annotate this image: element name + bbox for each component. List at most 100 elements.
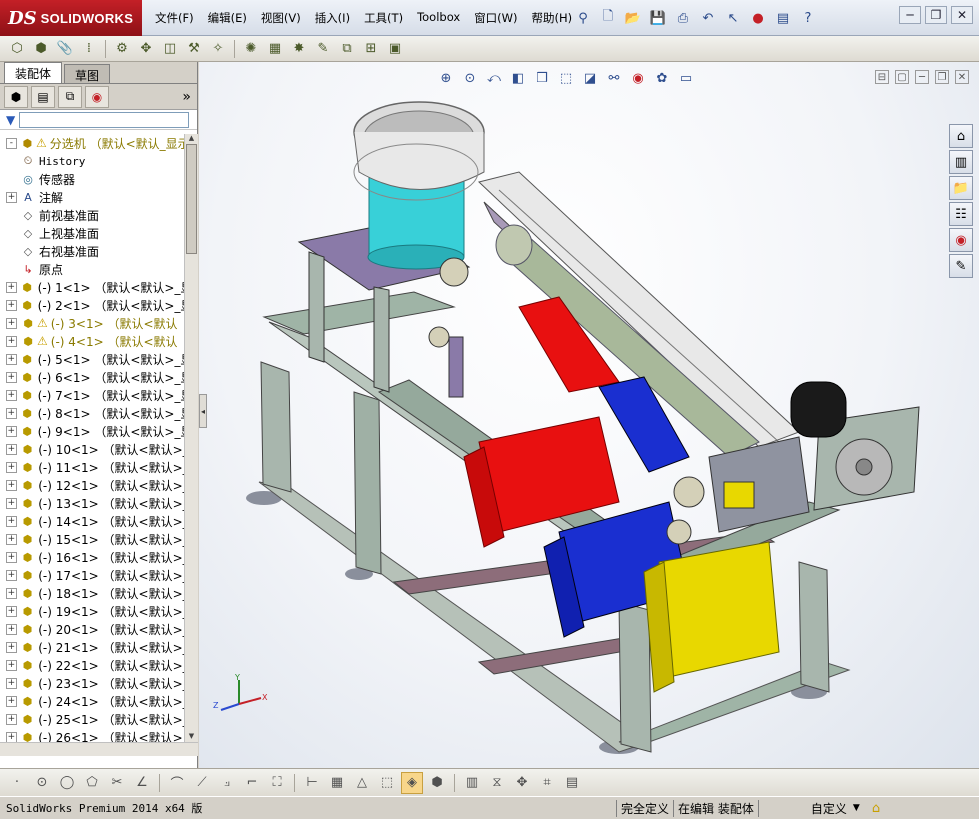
save-icon[interactable]: 💾 — [647, 7, 669, 29]
view-settings-icon[interactable]: ▭ — [675, 68, 697, 88]
expand-icon[interactable]: + — [6, 551, 17, 563]
mirror-icon[interactable]: ⧖ — [486, 772, 508, 794]
expand-icon[interactable]: + — [6, 317, 17, 329]
tree-item[interactable]: ◇ 前视基准面 — [0, 206, 184, 224]
expand-icon[interactable]: + — [6, 497, 17, 509]
polygon-icon[interactable]: ⬠ — [81, 772, 103, 794]
expand-icon[interactable]: + — [6, 425, 17, 437]
menu-help[interactable]: 帮助(H) — [525, 8, 580, 28]
tree-vertical-scrollbar[interactable]: ▲ ▼ — [184, 134, 198, 742]
offset-icon[interactable]: ⟓ — [216, 772, 238, 794]
tree-item[interactable]: + ⬢ (-) 2<1> （默认<默认>_显 — [0, 296, 184, 314]
viewport-split-icon[interactable]: ⊟ — [875, 70, 889, 84]
appearances-scenes-icon[interactable]: ◉ — [949, 228, 973, 252]
select-arrow-icon[interactable]: ↖ — [722, 7, 744, 29]
chamfer-icon[interactable]: ⟋ — [191, 772, 213, 794]
display-manager-icon[interactable]: ◉ — [85, 85, 109, 108]
reference-geometry-icon[interactable]: ✧ — [207, 39, 229, 59]
tree-item[interactable]: + ⬢ (-) 10<1> （默认<默认>_ — [0, 440, 184, 458]
tree-item[interactable]: + ⬢ (-) 5<1> （默认<默认>_显 — [0, 350, 184, 368]
expand-icon[interactable]: + — [6, 461, 17, 473]
property-manager-icon[interactable]: ▤ — [31, 85, 55, 108]
expand-icon[interactable]: + — [6, 587, 17, 599]
scroll-up-icon[interactable]: ▲ — [186, 134, 197, 144]
previous-view-icon[interactable]: ⤺ — [483, 68, 505, 88]
linear-pattern-icon[interactable]: ⁞ — [78, 39, 100, 59]
tree-item[interactable]: + A 注解 — [0, 188, 184, 206]
tree-item[interactable]: + ⬢ (-) 23<1> （默认<默认>_ — [0, 674, 184, 692]
dimension-icon[interactable]: ⊢ — [301, 772, 323, 794]
graphics-area[interactable]: ⊕ ⊙ ⤺ ◧ ❒ ⬚ ◪ ⚯ ◉ ✿ ▭ ⊟ ▢ ─ ❐ ✕ ⌂ ▥ 📁 ☷ … — [199, 62, 979, 768]
assembly-features-icon[interactable]: ⚒ — [183, 39, 205, 59]
restore-icon[interactable]: ❐ — [925, 6, 947, 24]
quick-tips-icon[interactable]: ⌂ — [872, 801, 880, 816]
expand-icon[interactable]: + — [6, 533, 17, 545]
show-hidden-icon[interactable]: ◫ — [159, 39, 181, 59]
viewport-single-icon[interactable]: ▢ — [895, 70, 909, 84]
tree-item[interactable]: + ⬢ (-) 6<1> （默认<默认>_显 — [0, 368, 184, 386]
tree-horizontal-scrollbar[interactable] — [0, 742, 198, 756]
expand-icon[interactable]: + — [6, 731, 17, 742]
circle-icon[interactable]: ◯ — [56, 772, 78, 794]
file-properties-icon[interactable]: ▤ — [772, 7, 794, 29]
tree-item[interactable]: + ⬢ (-) 20<1> （默认<默认>_ — [0, 620, 184, 638]
tree-item[interactable]: + ⬢ (-) 8<1> （默认<默认>_显 — [0, 404, 184, 422]
interference-detection-icon[interactable]: ⧉ — [336, 39, 358, 59]
expand-icon[interactable]: + — [6, 335, 17, 347]
zoom-to-fit-icon[interactable]: ⊕ — [435, 68, 457, 88]
expand-panel-icon[interactable]: » — [182, 89, 191, 105]
viewport-minimize-icon[interactable]: ─ — [915, 70, 929, 84]
file-explorer-icon[interactable]: 📁 — [949, 176, 973, 200]
insert-component-icon[interactable]: ⬡ — [6, 39, 28, 59]
view-palette-icon[interactable]: ☷ — [949, 202, 973, 226]
configuration-manager-icon[interactable]: ⧉ — [58, 85, 82, 108]
tree-item[interactable]: + ⬢ (-) 21<1> （默认<默认>_ — [0, 638, 184, 656]
smart-fasteners-icon[interactable]: ⚙ — [111, 39, 133, 59]
angle-icon[interactable]: ∠ — [131, 772, 153, 794]
mate-icon[interactable]: 📎 — [54, 39, 76, 59]
explode-line-sketch-icon[interactable]: ✎ — [312, 39, 334, 59]
expand-icon[interactable]: + — [6, 641, 17, 653]
expand-icon[interactable]: + — [6, 191, 17, 203]
tree-item[interactable]: + ⬢ (-) 11<1> （默认<默认>_ — [0, 458, 184, 476]
tree-item[interactable]: ⏲ History — [0, 152, 184, 170]
move-component-icon[interactable]: ✥ — [135, 39, 157, 59]
expand-icon[interactable]: + — [6, 695, 17, 707]
solidworks-logo[interactable]: DS SOLIDWORKS — [0, 0, 142, 36]
triangle-icon[interactable]: △ — [351, 772, 373, 794]
view-orientation-icon[interactable]: ⬚ — [555, 68, 577, 88]
filter-input[interactable] — [19, 111, 190, 128]
tree-item[interactable]: + ⬢ (-) 26<1> （默认<默认>_ — [0, 728, 184, 742]
expand-icon[interactable]: + — [6, 623, 17, 635]
units-selector[interactable]: 自定义 ▼ — [757, 799, 864, 817]
sorting-machine-model[interactable] — [199, 62, 979, 768]
menu-edit[interactable]: 编辑(E) — [201, 8, 254, 28]
clearance-verification-icon[interactable]: ⊞ — [360, 39, 382, 59]
tree-item[interactable]: + ⬢ ⚠ (-) 4<1> （默认<默认 — [0, 332, 184, 350]
custom-properties-icon[interactable]: ✎ — [949, 254, 973, 278]
expand-icon[interactable]: + — [6, 389, 17, 401]
print-icon[interactable]: ⎙ — [672, 7, 694, 29]
expand-icon[interactable]: + — [6, 299, 17, 311]
tree-item[interactable]: ↳ 原点 — [0, 260, 184, 278]
tree-item[interactable]: + ⬢ (-) 7<1> （默认<默认>_显 — [0, 386, 184, 404]
tree-item[interactable]: + ⬢ (-) 14<1> （默认<默认>_ — [0, 512, 184, 530]
expand-icon[interactable]: + — [6, 659, 17, 671]
hide-show-items-icon[interactable]: ⚯ — [603, 68, 625, 88]
center-rect-icon[interactable]: ⛶ — [266, 772, 288, 794]
expand-icon[interactable]: + — [6, 443, 17, 455]
menu-insert[interactable]: 插入(I) — [308, 8, 357, 28]
expand-icon[interactable]: + — [6, 371, 17, 383]
feature-manager-tree-icon[interactable]: ⬢ — [4, 85, 28, 108]
tree-item[interactable]: + ⬢ (-) 24<1> （默认<默认>_ — [0, 692, 184, 710]
filter-funnel-icon[interactable]: ▼ — [6, 113, 15, 127]
open-folder-icon[interactable]: 📂 — [622, 7, 644, 29]
close-icon[interactable]: ✕ — [951, 6, 973, 24]
tree-item[interactable]: + ⬢ (-) 12<1> （默认<默认>_ — [0, 476, 184, 494]
tree-item[interactable]: ◎ 传感器 — [0, 170, 184, 188]
tree-item[interactable]: + ⬢ (-) 19<1> （默认<默认>_ — [0, 602, 184, 620]
help-question-icon[interactable]: ? — [797, 7, 819, 29]
apply-scene-icon[interactable]: ✿ — [651, 68, 673, 88]
expand-icon[interactable]: + — [6, 677, 17, 689]
tree-item[interactable]: + ⬢ (-) 15<1> （默认<默认>_ — [0, 530, 184, 548]
